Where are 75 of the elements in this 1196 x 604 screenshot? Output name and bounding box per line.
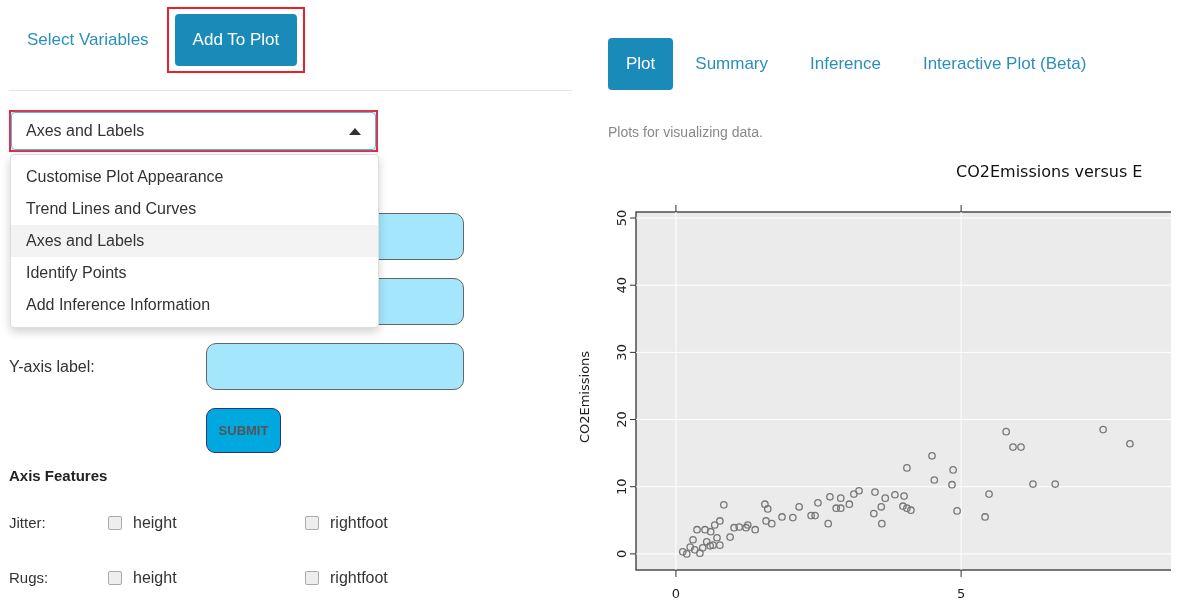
tick-mark: [629, 351, 637, 353]
tab[interactable]: Add To Plot: [174, 14, 298, 66]
data-point: [928, 451, 936, 460]
data-point: [836, 504, 845, 513]
tab[interactable]: Summary: [675, 38, 789, 90]
tick-label: 0: [614, 549, 629, 558]
tick-mark: [629, 419, 637, 421]
tick-mark: [960, 569, 962, 578]
data-point: [1002, 427, 1010, 436]
data-point: [720, 501, 728, 509]
checkbox-label: rightfoot: [330, 568, 388, 587]
tick-label: 40: [614, 276, 629, 294]
menu-item[interactable]: Customise Plot Appearance: [11, 161, 378, 193]
row-label: Jitter:: [9, 514, 47, 531]
data-point: [778, 513, 786, 521]
tick-mark: [960, 204, 962, 213]
menu-item[interactable]: Add Inference Information: [11, 289, 378, 321]
data-point: [1099, 425, 1107, 434]
tick-label: 0: [671, 586, 681, 601]
data-point: [814, 499, 822, 507]
tick-label: 50: [614, 209, 629, 227]
field-label: Y-axis label:: [9, 357, 96, 376]
data-point: [953, 507, 961, 515]
input-field[interactable]: [206, 343, 464, 390]
row-label: Rugs:: [9, 569, 50, 586]
tick-label: 10: [614, 478, 629, 495]
section-heading: Axis Features: [9, 467, 109, 484]
data-point: [985, 490, 993, 498]
menu-item[interactable]: Identify Points: [11, 257, 378, 289]
checkbox[interactable]: [108, 515, 122, 530]
data-point: [930, 476, 939, 484]
data-point: [1029, 480, 1037, 488]
data-point: [826, 492, 834, 501]
data-point: [751, 525, 760, 534]
caption: Plots for visualizing data.: [608, 124, 764, 140]
menu-item[interactable]: Axes and Labels: [11, 225, 378, 257]
chart-title: CO2Emissions versus E: [956, 162, 1143, 181]
tick-label: 5: [956, 586, 966, 601]
menu-item[interactable]: Trend Lines and Curves: [11, 193, 378, 225]
tick-mark: [629, 217, 637, 219]
tick-mark: [675, 569, 677, 578]
checkbox-label: height: [133, 513, 177, 532]
tab[interactable]: Select Variables: [9, 14, 167, 66]
data-point: [706, 527, 715, 536]
tick-mark: [629, 553, 637, 555]
data-point: [767, 519, 776, 528]
tick-mark: [629, 486, 637, 488]
axis-label: CO2Emissions: [577, 350, 592, 444]
tick-mark: [675, 204, 677, 213]
data-point: [949, 466, 957, 474]
data-point: [1051, 480, 1060, 488]
checkbox-label: height: [133, 568, 177, 587]
checkbox[interactable]: [305, 570, 319, 585]
data-point: [702, 537, 711, 546]
data-point: [948, 480, 956, 489]
tick-label: 20: [614, 411, 629, 428]
checkbox[interactable]: [305, 515, 319, 530]
checkbox[interactable]: [108, 570, 122, 585]
dropdown[interactable]: Axes and Labels: [11, 112, 376, 150]
data-point: [824, 519, 833, 528]
data-point: [903, 464, 911, 472]
data-point: [789, 513, 797, 522]
data-point: [871, 488, 879, 496]
data-point: [1126, 439, 1134, 448]
data-point: [845, 500, 854, 509]
tab[interactable]: Interactive Plot (Beta): [902, 38, 1107, 90]
tick-label: 30: [614, 344, 629, 361]
data-point: [795, 503, 803, 511]
tick-mark: [629, 284, 637, 286]
checkbox-label: rightfoot: [330, 513, 388, 532]
tab[interactable]: Plot: [608, 38, 674, 90]
tab[interactable]: Inference: [790, 38, 901, 90]
submit-button[interactable]: SUBMIT: [206, 408, 281, 453]
data-point: [832, 504, 841, 513]
data-point: [981, 513, 989, 521]
